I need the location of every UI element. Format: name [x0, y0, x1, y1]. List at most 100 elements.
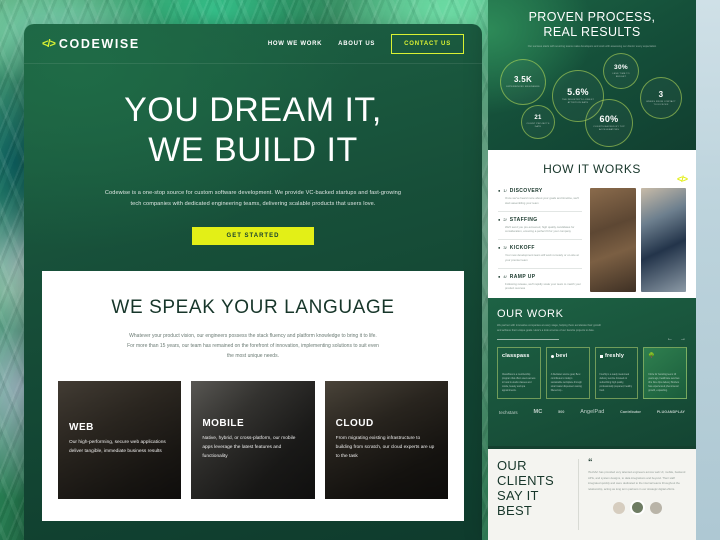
- step-desc: We'll send you pre-screened, high qualit…: [505, 224, 575, 234]
- testimonials-title-line-4: BEST: [497, 502, 533, 518]
- hero-title-line-1: YOU DREAM IT,: [124, 91, 382, 129]
- service-tile-desc: From migrating existing infrastructure t…: [335, 435, 435, 459]
- work-card-brand-label: bevi: [555, 353, 568, 360]
- our-work-title: OUR WORK: [497, 308, 564, 320]
- bullet-icon: ●: [498, 245, 501, 250]
- logo[interactable]: </> CODEWISE: [42, 37, 140, 51]
- service-tiles: WEB Our high-performing, secure web appl…: [58, 380, 448, 499]
- stat-value: 30%: [614, 63, 628, 71]
- sections-preview-column: PROVEN PROCESS, REAL RESULTS Our success…: [488, 0, 696, 540]
- partner-logos: techstars MC 500 AngelPad Contributor PL…: [497, 409, 687, 415]
- stat-label: CLIENTS BACKED BY TOP ACCELERATORS: [593, 126, 625, 132]
- stat-label: LESS TIME TO BUDGET: [612, 72, 630, 78]
- work-card-fourth[interactable]: 🌳 Circle for boosting teens 10 years ago…: [643, 347, 687, 400]
- testimonials-title-line-3: SAY IT: [497, 487, 539, 503]
- work-card-bevi[interactable]: bevi A file/water source goal, Bevi cont…: [545, 347, 590, 400]
- results-section: PROVEN PROCESS, REAL RESULTS Our success…: [488, 0, 696, 150]
- service-tile-mobile[interactable]: MOBILE Native, hybrid, or cross-platform…: [191, 380, 314, 499]
- quote-icon: “: [588, 457, 593, 467]
- bullet-icon: ●: [498, 273, 501, 279]
- step-title: KICKOFF: [509, 245, 535, 251]
- square-icon: [599, 354, 603, 359]
- work-card-brand: bevi: [550, 353, 585, 360]
- service-tile-web[interactable]: WEB Our high-performing, secure web appl…: [58, 380, 181, 499]
- nav-links: HOW WE WORK ABOUT US CONTACT US: [268, 33, 464, 54]
- stat-value: 5.6%: [567, 87, 589, 98]
- stat-value: 3.5K: [513, 75, 533, 85]
- testimonials-heading: OUR CLIENTS SAY IT BEST: [497, 458, 579, 530]
- stat-label: CLIENT PROJECTS DATE: [526, 123, 550, 129]
- step-number: 1/: [503, 188, 507, 193]
- work-card-desc: Freshly is a ready meal-meal delivery se…: [599, 374, 633, 392]
- get-started-button[interactable]: GET STARTED: [192, 226, 314, 245]
- step-number: 2/: [503, 216, 507, 222]
- step-header: ● 1/ DISCOVERY: [498, 188, 582, 194]
- service-tile-title: CLOUD: [335, 417, 374, 429]
- step-number: 4/: [503, 273, 507, 279]
- how-it-works-section: HOW IT WORKS </> ● 1/ DISCOVERY Once we'…: [488, 150, 696, 298]
- avatar[interactable]: [650, 501, 662, 514]
- stat-bubble-engineers: 3.5K EXPERIENCED ENGINEERS: [500, 59, 546, 106]
- work-card-classpass[interactable]: classpass ClassPass is a membership prog…: [497, 347, 541, 400]
- carousel-prev-icon[interactable]: ←: [667, 336, 673, 342]
- avatar[interactable]: [613, 501, 625, 514]
- step-desc: Your new development team will work remo…: [505, 253, 579, 262]
- stat-bubble-weeks-to-kickoff: 3 WEEKS FROM CONTACT TO KICKOFF: [640, 77, 682, 120]
- our-work-section: OUR WORK We partner with innovative comp…: [488, 298, 696, 446]
- logo-text: CODEWISE: [58, 36, 140, 51]
- testimonials-title: OUR CLIENTS SAY IT BEST: [497, 458, 572, 519]
- how-it-works-images: [590, 188, 686, 301]
- bullet-icon: ●: [498, 216, 501, 222]
- results-title: PROVEN PROCESS, REAL RESULTS: [496, 10, 688, 40]
- logo-contributor: Contributor: [620, 410, 642, 415]
- how-it-works-body: ● 1/ DISCOVERY Once we've heard more abo…: [498, 188, 686, 301]
- work-card-desc: A file/water source goal, Bevi contribut…: [550, 374, 582, 392]
- step-header: ● 3/ KICKOFF: [498, 245, 582, 251]
- testimonial-quote: ITechArt has provided very talented engi…: [588, 470, 686, 491]
- main-site-preview: </> CODEWISE HOW WE WORK ABOUT US CONTAC…: [24, 24, 482, 540]
- service-tile-title: MOBILE: [202, 417, 245, 429]
- how-it-works-steps: ● 1/ DISCOVERY Once we've heard more abo…: [498, 188, 582, 301]
- stat-bubbles: 3.5K EXPERIENCED ENGINEERS 5.6% THE INDU…: [496, 51, 688, 148]
- logo-500: 500: [558, 410, 565, 415]
- bullet-icon: ●: [498, 188, 501, 193]
- nav-link-how-we-work[interactable]: HOW WE WORK: [268, 41, 322, 47]
- step-item: ● 3/ KICKOFF Your new development team w…: [498, 245, 582, 269]
- laptop-photo: [640, 188, 686, 292]
- testimonials-title-line-1: OUR: [497, 458, 527, 473]
- service-tile-title: WEB: [69, 422, 94, 434]
- work-card-freshly[interactable]: freshly Freshly is a ready meal-meal del…: [594, 347, 639, 400]
- stat-bubble-accelerators: 60% CLIENTS BACKED BY TOP ACCELERATORS: [585, 99, 633, 148]
- page-edge-strip: [696, 0, 720, 540]
- hero-title: YOU DREAM IT, WE BUILD IT: [58, 90, 448, 170]
- testimonials-title-line-2: CLIENTS: [497, 472, 555, 488]
- testimonials-section: OUR CLIENTS SAY IT BEST “ ITechArt has p…: [488, 446, 696, 540]
- service-tile-desc: Native, hybrid, or cross-platform, our m…: [202, 435, 296, 459]
- code-brackets-icon: </>: [42, 37, 56, 50]
- testimonial-quote-block: “ ITechArt has provided very talented en…: [579, 457, 687, 530]
- logo-techstars: techstars: [499, 409, 518, 415]
- language-section-subtitle: Whatever your product vision, our engine…: [127, 332, 379, 359]
- step-number: 3/: [503, 245, 507, 250]
- testimonial-avatars: [588, 500, 687, 516]
- stat-value: 3: [658, 89, 664, 99]
- stat-bubble-client-projects: 21 CLIENT PROJECTS DATE: [521, 105, 555, 140]
- nav-link-about-us[interactable]: ABOUT US: [338, 41, 375, 47]
- logo-plugandplay: PLUGANDPLAY: [656, 410, 685, 415]
- carousel-next-icon[interactable]: →: [680, 336, 686, 342]
- hero-section: YOU DREAM IT, WE BUILD IT Codewise is a …: [24, 64, 482, 245]
- service-tile-desc: Our high-performing, secure web applicat…: [69, 440, 166, 455]
- work-card-brand-label: freshly: [605, 353, 625, 360]
- results-subtitle: Our success starts with sourcing teams m…: [527, 44, 657, 48]
- work-card-desc: ClassPass is a membership program that o…: [502, 374, 536, 392]
- step-desc: Following release, we'll rapidly scale y…: [505, 281, 581, 291]
- how-it-works-title: HOW IT WORKS: [543, 162, 641, 176]
- avatar-active[interactable]: [630, 500, 645, 516]
- step-title: STAFFING: [509, 216, 538, 223]
- contact-us-button[interactable]: CONTACT US: [391, 33, 464, 54]
- service-tile-cloud[interactable]: CLOUD From migrating existing infrastruc…: [325, 380, 448, 499]
- step-item: ● 4/ RAMP UP Following release, we'll ra…: [498, 274, 582, 297]
- site-navbar: </> CODEWISE HOW WE WORK ABOUT US CONTAC…: [24, 24, 482, 64]
- step-title: DISCOVERY: [509, 188, 543, 194]
- step-header: ● 4/ RAMP UP: [498, 274, 582, 280]
